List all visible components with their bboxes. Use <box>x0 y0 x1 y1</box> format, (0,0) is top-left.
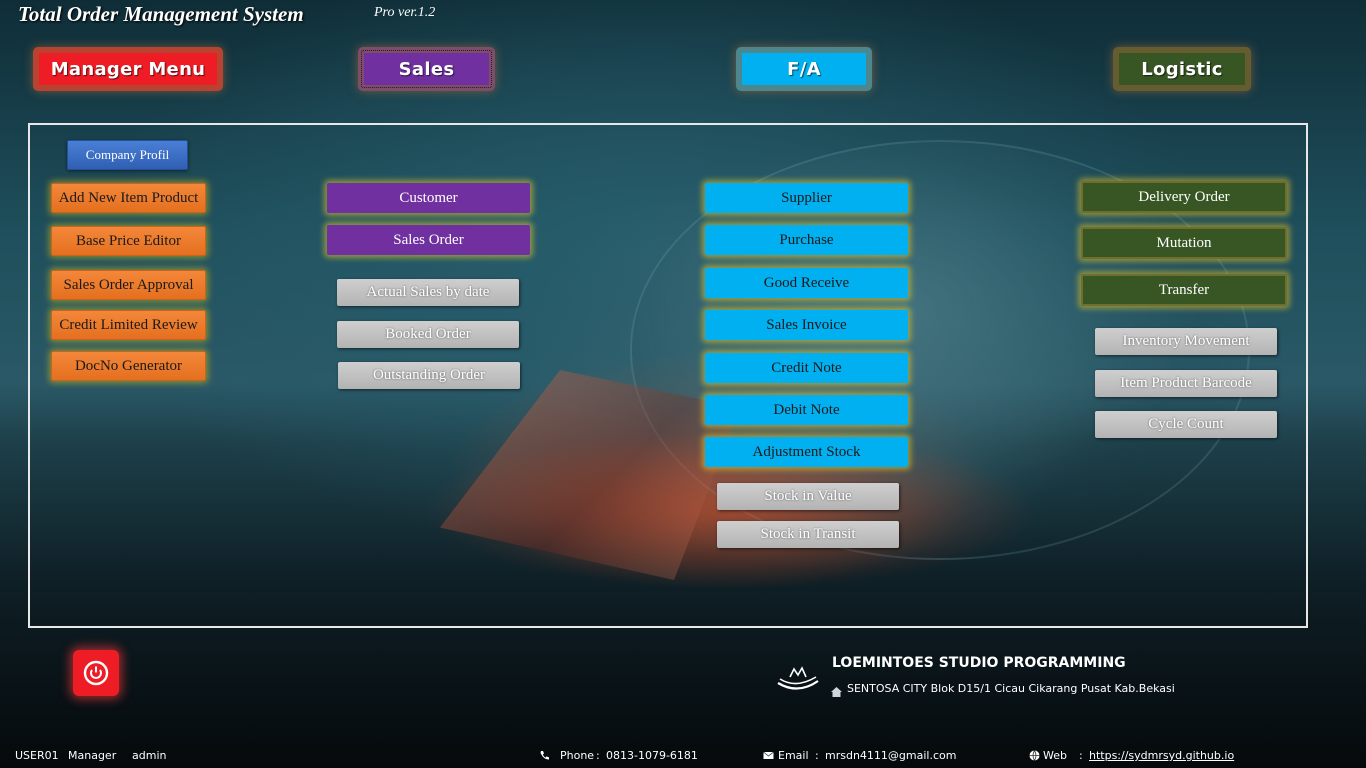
power-button[interactable] <box>73 650 119 696</box>
power-icon <box>83 660 109 686</box>
debit-note-button[interactable]: Debit Note <box>705 395 908 425</box>
user-role: Manager <box>68 749 117 762</box>
booked-order-button[interactable]: Booked Order <box>337 321 519 348</box>
envelope-icon <box>763 751 774 759</box>
actual-sales-by-date-button[interactable]: Actual Sales by date <box>337 279 519 306</box>
phone-separator: : <box>596 749 600 762</box>
email-separator: : <box>815 749 819 762</box>
web-link[interactable]: https://sydmrsyd.github.io <box>1089 749 1234 762</box>
user-id: USER01 <box>15 749 59 762</box>
item-product-barcode-button[interactable]: Item Product Barcode <box>1095 370 1277 397</box>
add-new-item-product-button[interactable]: Add New Item Product <box>51 183 206 213</box>
outstanding-order-button[interactable]: Outstanding Order <box>338 362 520 389</box>
adjustment-stock-button[interactable]: Adjustment Stock <box>705 437 908 467</box>
email-address: mrsdn4111@gmail.com <box>825 749 957 762</box>
tab-fa[interactable]: F/A <box>736 47 872 91</box>
company-profil-button[interactable]: Company Profil <box>67 140 188 170</box>
phone-icon <box>540 751 549 760</box>
inventory-movement-button[interactable]: Inventory Movement <box>1095 328 1277 355</box>
app-title: Total Order Management System <box>18 2 304 26</box>
sales-order-button[interactable]: Sales Order <box>327 225 530 255</box>
phone-number: 0813-1079-6181 <box>606 749 698 762</box>
purchase-button[interactable]: Purchase <box>705 225 908 255</box>
web-label: Web <box>1043 749 1067 762</box>
customer-button[interactable]: Customer <box>327 183 530 213</box>
supplier-button[interactable]: Supplier <box>705 183 908 213</box>
web-separator: : <box>1079 749 1083 762</box>
stock-in-value-button[interactable]: Stock in Value <box>717 483 899 510</box>
credit-note-button[interactable]: Credit Note <box>705 353 908 383</box>
stock-in-transit-button[interactable]: Stock in Transit <box>717 521 899 548</box>
email-label: Email <box>778 749 809 762</box>
base-price-editor-button[interactable]: Base Price Editor <box>51 226 206 256</box>
cycle-count-button[interactable]: Cycle Count <box>1095 411 1277 438</box>
studio-address: SENTOSA CITY Blok D15/1 Cicau Cikarang P… <box>847 682 1175 695</box>
phone-label: Phone <box>560 749 595 762</box>
good-receive-button[interactable]: Good Receive <box>705 268 908 298</box>
studio-name: LOEMINTOES STUDIO PROGRAMMING <box>832 655 1126 671</box>
tab-manager-menu[interactable]: Manager Menu <box>33 47 223 91</box>
docno-generator-button[interactable]: DocNo Generator <box>51 351 206 381</box>
delivery-order-button[interactable]: Delivery Order <box>1081 181 1287 213</box>
mutation-button[interactable]: Mutation <box>1081 227 1287 259</box>
sales-order-approval-button[interactable]: Sales Order Approval <box>51 270 206 300</box>
username: admin <box>132 749 167 762</box>
globe-icon <box>1029 750 1040 761</box>
studio-logo-icon <box>777 666 819 690</box>
transfer-button[interactable]: Transfer <box>1081 274 1287 306</box>
credit-limited-review-button[interactable]: Credit Limited Review <box>51 310 206 340</box>
tab-logistic[interactable]: Logistic <box>1113 47 1251 91</box>
tab-sales[interactable]: Sales <box>358 47 495 91</box>
sales-invoice-button[interactable]: Sales Invoice <box>705 310 908 340</box>
app-version: Pro ver.1.2 <box>374 5 436 20</box>
home-icon <box>831 687 842 697</box>
